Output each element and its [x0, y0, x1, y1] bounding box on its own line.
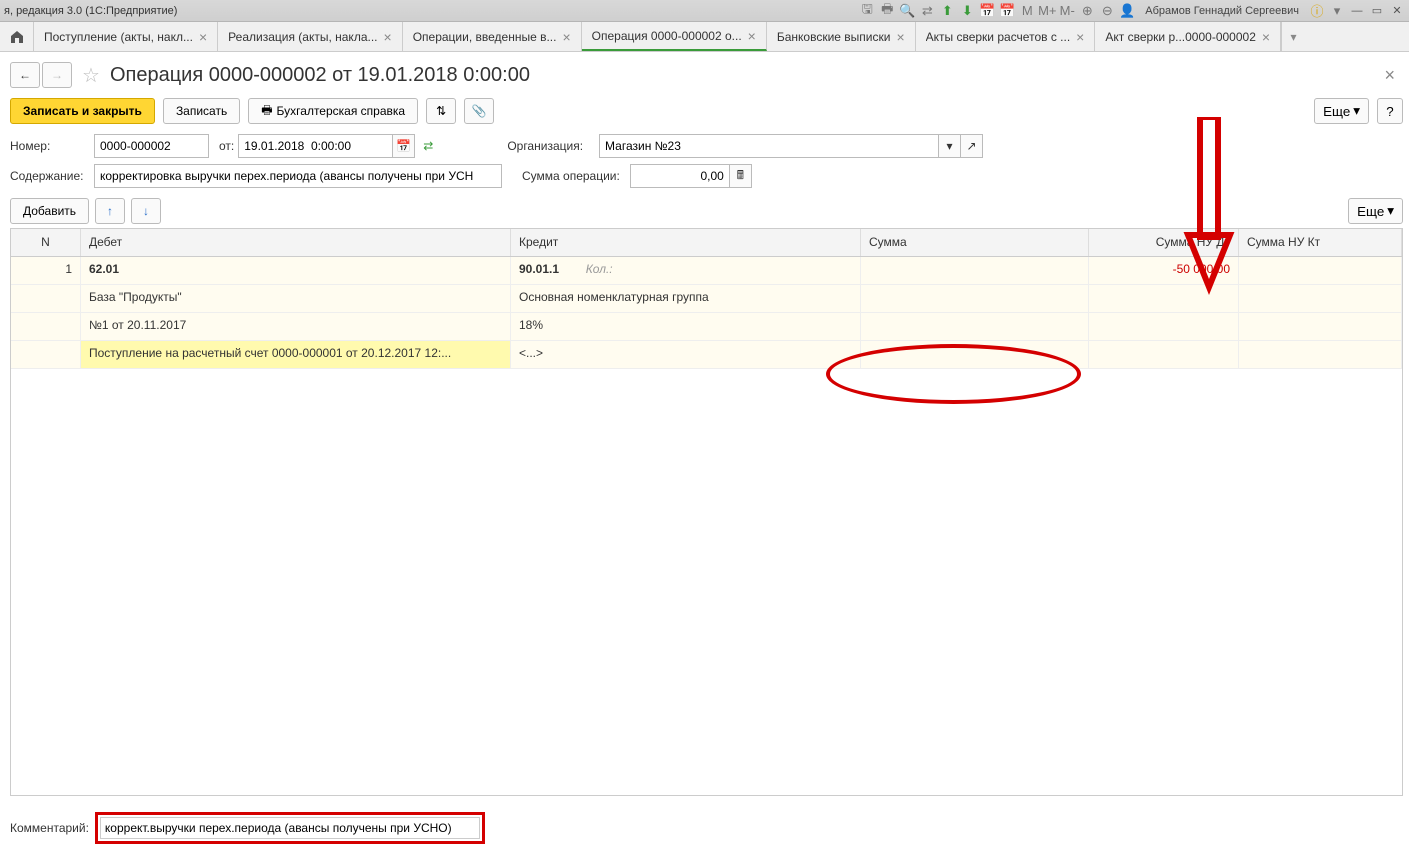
tab-3[interactable]: Операция 0000-000002 о...× — [582, 22, 767, 51]
table-row[interactable]: База "Продукты" Основная номенклатурная … — [11, 285, 1402, 313]
user-name: Абрамов Геннадий Сергеевич — [1145, 5, 1299, 17]
home-tab[interactable] — [0, 22, 34, 51]
sum-input[interactable] — [630, 164, 730, 188]
dt-kt-button[interactable]: ⇅ — [426, 98, 456, 124]
dropdown-icon[interactable]: ▾ — [939, 134, 961, 158]
save-button[interactable]: Записать — [163, 98, 240, 124]
sum-label: Сумма операции: — [522, 169, 620, 183]
col-n[interactable]: N — [11, 229, 81, 256]
table-row[interactable]: Поступление на расчетный счет 0000-00000… — [11, 341, 1402, 369]
move-down-button[interactable]: ↓ — [131, 198, 161, 224]
minimize-icon[interactable]: — — [1349, 4, 1365, 18]
date-label: от: — [219, 139, 234, 153]
comment-label: Комментарий: — [10, 821, 89, 835]
entries-table: N Дебет Кредит Сумма Сумма НУ Дт Сумма Н… — [10, 228, 1403, 796]
close-page-icon[interactable]: × — [1384, 65, 1395, 86]
date-input[interactable] — [238, 134, 393, 158]
col-nukt[interactable]: Сумма НУ Кт — [1239, 229, 1402, 256]
org-input[interactable] — [599, 134, 939, 158]
tab-0[interactable]: Поступление (акты, накл...× — [34, 22, 218, 51]
save-icon[interactable]: 🖫 — [859, 3, 875, 19]
table-row[interactable]: 1 62.01 90.01.1 Кол.: -50 000,00 — [11, 257, 1402, 285]
help-button[interactable]: ? — [1377, 98, 1403, 124]
tab-overflow[interactable]: ▾ — [1281, 22, 1305, 51]
calendar-icon[interactable]: 📅 — [393, 134, 415, 158]
titlebar-text: я, редакция 3.0 (1С:Предприятие) — [4, 5, 859, 17]
close-icon[interactable]: × — [562, 29, 570, 45]
content-input[interactable] — [94, 164, 502, 188]
m-icon[interactable]: M — [1019, 3, 1035, 19]
nav-forward[interactable]: → — [42, 62, 72, 88]
number-label: Номер: — [10, 139, 90, 153]
date-icon[interactable]: 📅 — [999, 3, 1015, 19]
close-icon[interactable]: × — [748, 28, 756, 44]
tab-5[interactable]: Акты сверки расчетов с ...× — [916, 22, 1096, 51]
user-icon: 👤 — [1119, 3, 1135, 19]
maximize-icon[interactable]: ▭ — [1369, 4, 1385, 18]
calc-icon[interactable]: 🖩 — [730, 164, 752, 188]
add-button[interactable]: Добавить — [10, 198, 89, 224]
tab-1[interactable]: Реализация (акты, накла...× — [218, 22, 403, 51]
close-icon[interactable]: ✕ — [1389, 4, 1405, 18]
number-input[interactable] — [94, 134, 209, 158]
comment-highlight — [95, 812, 485, 844]
print-icon[interactable]: 🖶 — [879, 3, 895, 19]
page-title: Операция 0000-000002 от 19.01.2018 0:00:… — [110, 64, 530, 87]
col-credit[interactable]: Кредит — [511, 229, 861, 256]
tabbar: Поступление (акты, накл...× Реализация (… — [0, 22, 1409, 52]
download-icon[interactable]: ⬇ — [959, 3, 975, 19]
info-icon[interactable]: ⓘ — [1309, 3, 1325, 19]
print-icon: 🖶 — [261, 101, 272, 122]
nav-back[interactable]: ← — [10, 62, 40, 88]
col-debit[interactable]: Дебет — [81, 229, 511, 256]
org-label: Организация: — [507, 139, 583, 153]
table-row[interactable]: №1 от 20.11.2017 18% — [11, 313, 1402, 341]
list-more-button[interactable]: Еще▾ — [1348, 198, 1403, 224]
dropdown-icon[interactable]: ▾ — [1329, 3, 1345, 19]
tab-2[interactable]: Операции, введенные в...× — [403, 22, 582, 51]
col-sum[interactable]: Сумма — [861, 229, 1089, 256]
calendar-icon[interactable]: 📅 — [979, 3, 995, 19]
save-close-button[interactable]: Записать и закрыть — [10, 98, 155, 124]
compare-icon[interactable]: ⇄ — [919, 3, 935, 19]
apply-icon[interactable]: ⇄ — [423, 139, 433, 153]
close-icon[interactable]: × — [1262, 29, 1270, 45]
favorite-icon[interactable]: ☆ — [82, 63, 100, 88]
move-up-button[interactable]: ↑ — [95, 198, 125, 224]
more-button[interactable]: Еще▾ — [1314, 98, 1369, 124]
paperclip-icon: 📎 — [472, 104, 487, 118]
close-icon[interactable]: × — [199, 29, 207, 45]
close-icon[interactable]: × — [1076, 29, 1084, 45]
tab-6[interactable]: Акт сверки р...0000-000002× — [1095, 22, 1281, 51]
open-icon[interactable]: ↗ — [961, 134, 983, 158]
mminus-icon[interactable]: M- — [1059, 3, 1075, 19]
report-button[interactable]: 🖶Бухгалтерская справка — [248, 98, 418, 124]
close-icon[interactable]: × — [896, 29, 904, 45]
comment-input[interactable] — [100, 817, 480, 839]
calc-icon[interactable]: ⬆ — [939, 3, 955, 19]
zoomin-icon[interactable]: ⊕ — [1079, 3, 1095, 19]
col-nudt[interactable]: Сумма НУ Дт — [1089, 229, 1239, 256]
tab-4[interactable]: Банковские выписки× — [767, 22, 916, 51]
zoomout-icon[interactable]: ⊖ — [1099, 3, 1115, 19]
close-icon[interactable]: × — [384, 29, 392, 45]
attach-button[interactable]: 📎 — [464, 98, 494, 124]
titlebar: я, редакция 3.0 (1С:Предприятие) 🖫 🖶 🔍 ⇄… — [0, 0, 1409, 22]
content-label: Содержание: — [10, 169, 90, 183]
mplus-icon[interactable]: M+ — [1039, 3, 1055, 19]
preview-icon[interactable]: 🔍 — [899, 3, 915, 19]
